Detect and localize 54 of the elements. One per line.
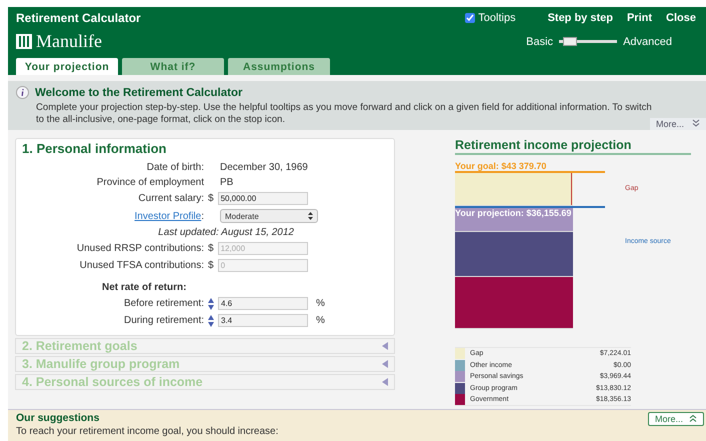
field-label: Province of employment bbox=[96, 177, 204, 188]
chevron-up-icon bbox=[689, 414, 697, 422]
spinner-icon[interactable] bbox=[208, 314, 214, 326]
slider-thumb[interactable] bbox=[563, 37, 578, 46]
triangle-left-icon bbox=[382, 360, 388, 368]
mode-label: Basic bbox=[526, 36, 554, 48]
field-label: Date of birth: bbox=[146, 162, 204, 173]
section-title[interactable]: 1. Personal information bbox=[22, 141, 388, 156]
goal-label: Your goal: $43 379.70 bbox=[455, 161, 548, 171]
field-label: Unused TFSA contributions: bbox=[78, 260, 204, 271]
header-link[interactable]: Close bbox=[666, 12, 696, 24]
chart-title: Retirement income projection bbox=[455, 138, 691, 155]
header-link[interactable]: Print bbox=[626, 12, 652, 24]
more-button[interactable]: More... bbox=[650, 118, 706, 130]
triangle-left-icon bbox=[382, 342, 388, 350]
tooltips-label: Tooltips bbox=[478, 12, 516, 24]
currency-label: $ bbox=[208, 243, 214, 254]
unit-label: % bbox=[316, 298, 325, 309]
profile-dropdown[interactable]: Moderate bbox=[220, 209, 318, 223]
gap-line bbox=[571, 173, 572, 205]
field-label: Unused RRSP contributions: bbox=[76, 243, 204, 254]
suggestions-text: To reach your retirement income goal, you should increase: bbox=[16, 426, 280, 438]
currency-label: $ bbox=[208, 193, 214, 204]
field-label: During retirement: bbox=[122, 315, 204, 326]
currency-label: $ bbox=[208, 260, 214, 271]
info-icon bbox=[16, 86, 29, 99]
mode-slider[interactable] bbox=[559, 40, 618, 43]
field-value: December 30, 1969 bbox=[219, 162, 309, 173]
more-button[interactable]: More... bbox=[648, 412, 704, 426]
tooltips-checkbox[interactable] bbox=[465, 13, 476, 23]
input-field[interactable]: 4.6 bbox=[218, 297, 308, 310]
chevron-down-icon bbox=[692, 119, 700, 127]
colon-text: : bbox=[201, 210, 204, 222]
unit-label: % bbox=[316, 315, 325, 326]
header-link[interactable]: Step by step bbox=[548, 12, 613, 24]
window-title: Retirement Calculator bbox=[16, 11, 142, 25]
suggestions-title: Our suggestions bbox=[16, 412, 100, 424]
mode-label: Advanced bbox=[623, 36, 672, 48]
logo-icon bbox=[16, 34, 32, 49]
field-label: Current salary: bbox=[137, 193, 204, 204]
input-field[interactable]: 50,000.00 bbox=[218, 192, 308, 205]
profile-link[interactable]: Investor Profile bbox=[134, 210, 202, 222]
spinner-icon[interactable] bbox=[208, 298, 214, 310]
update-note: Last updated: August 15, 2012 bbox=[157, 227, 295, 238]
welcome-title: Welcome to the Retirement Calculator bbox=[35, 86, 242, 98]
updown-icon bbox=[308, 212, 313, 220]
projection-label: Your projection: $36,155.69 bbox=[455, 208, 572, 218]
rate-heading: Net rate of return: bbox=[101, 282, 188, 293]
logo-text: Manulife bbox=[36, 31, 102, 52]
field-value: PB bbox=[219, 177, 234, 188]
input-field[interactable]: 3.4 bbox=[218, 314, 308, 327]
triangle-left-icon bbox=[382, 378, 388, 386]
field-label: Before retirement: bbox=[122, 298, 204, 309]
tab[interactable]: Your projection bbox=[16, 58, 118, 75]
